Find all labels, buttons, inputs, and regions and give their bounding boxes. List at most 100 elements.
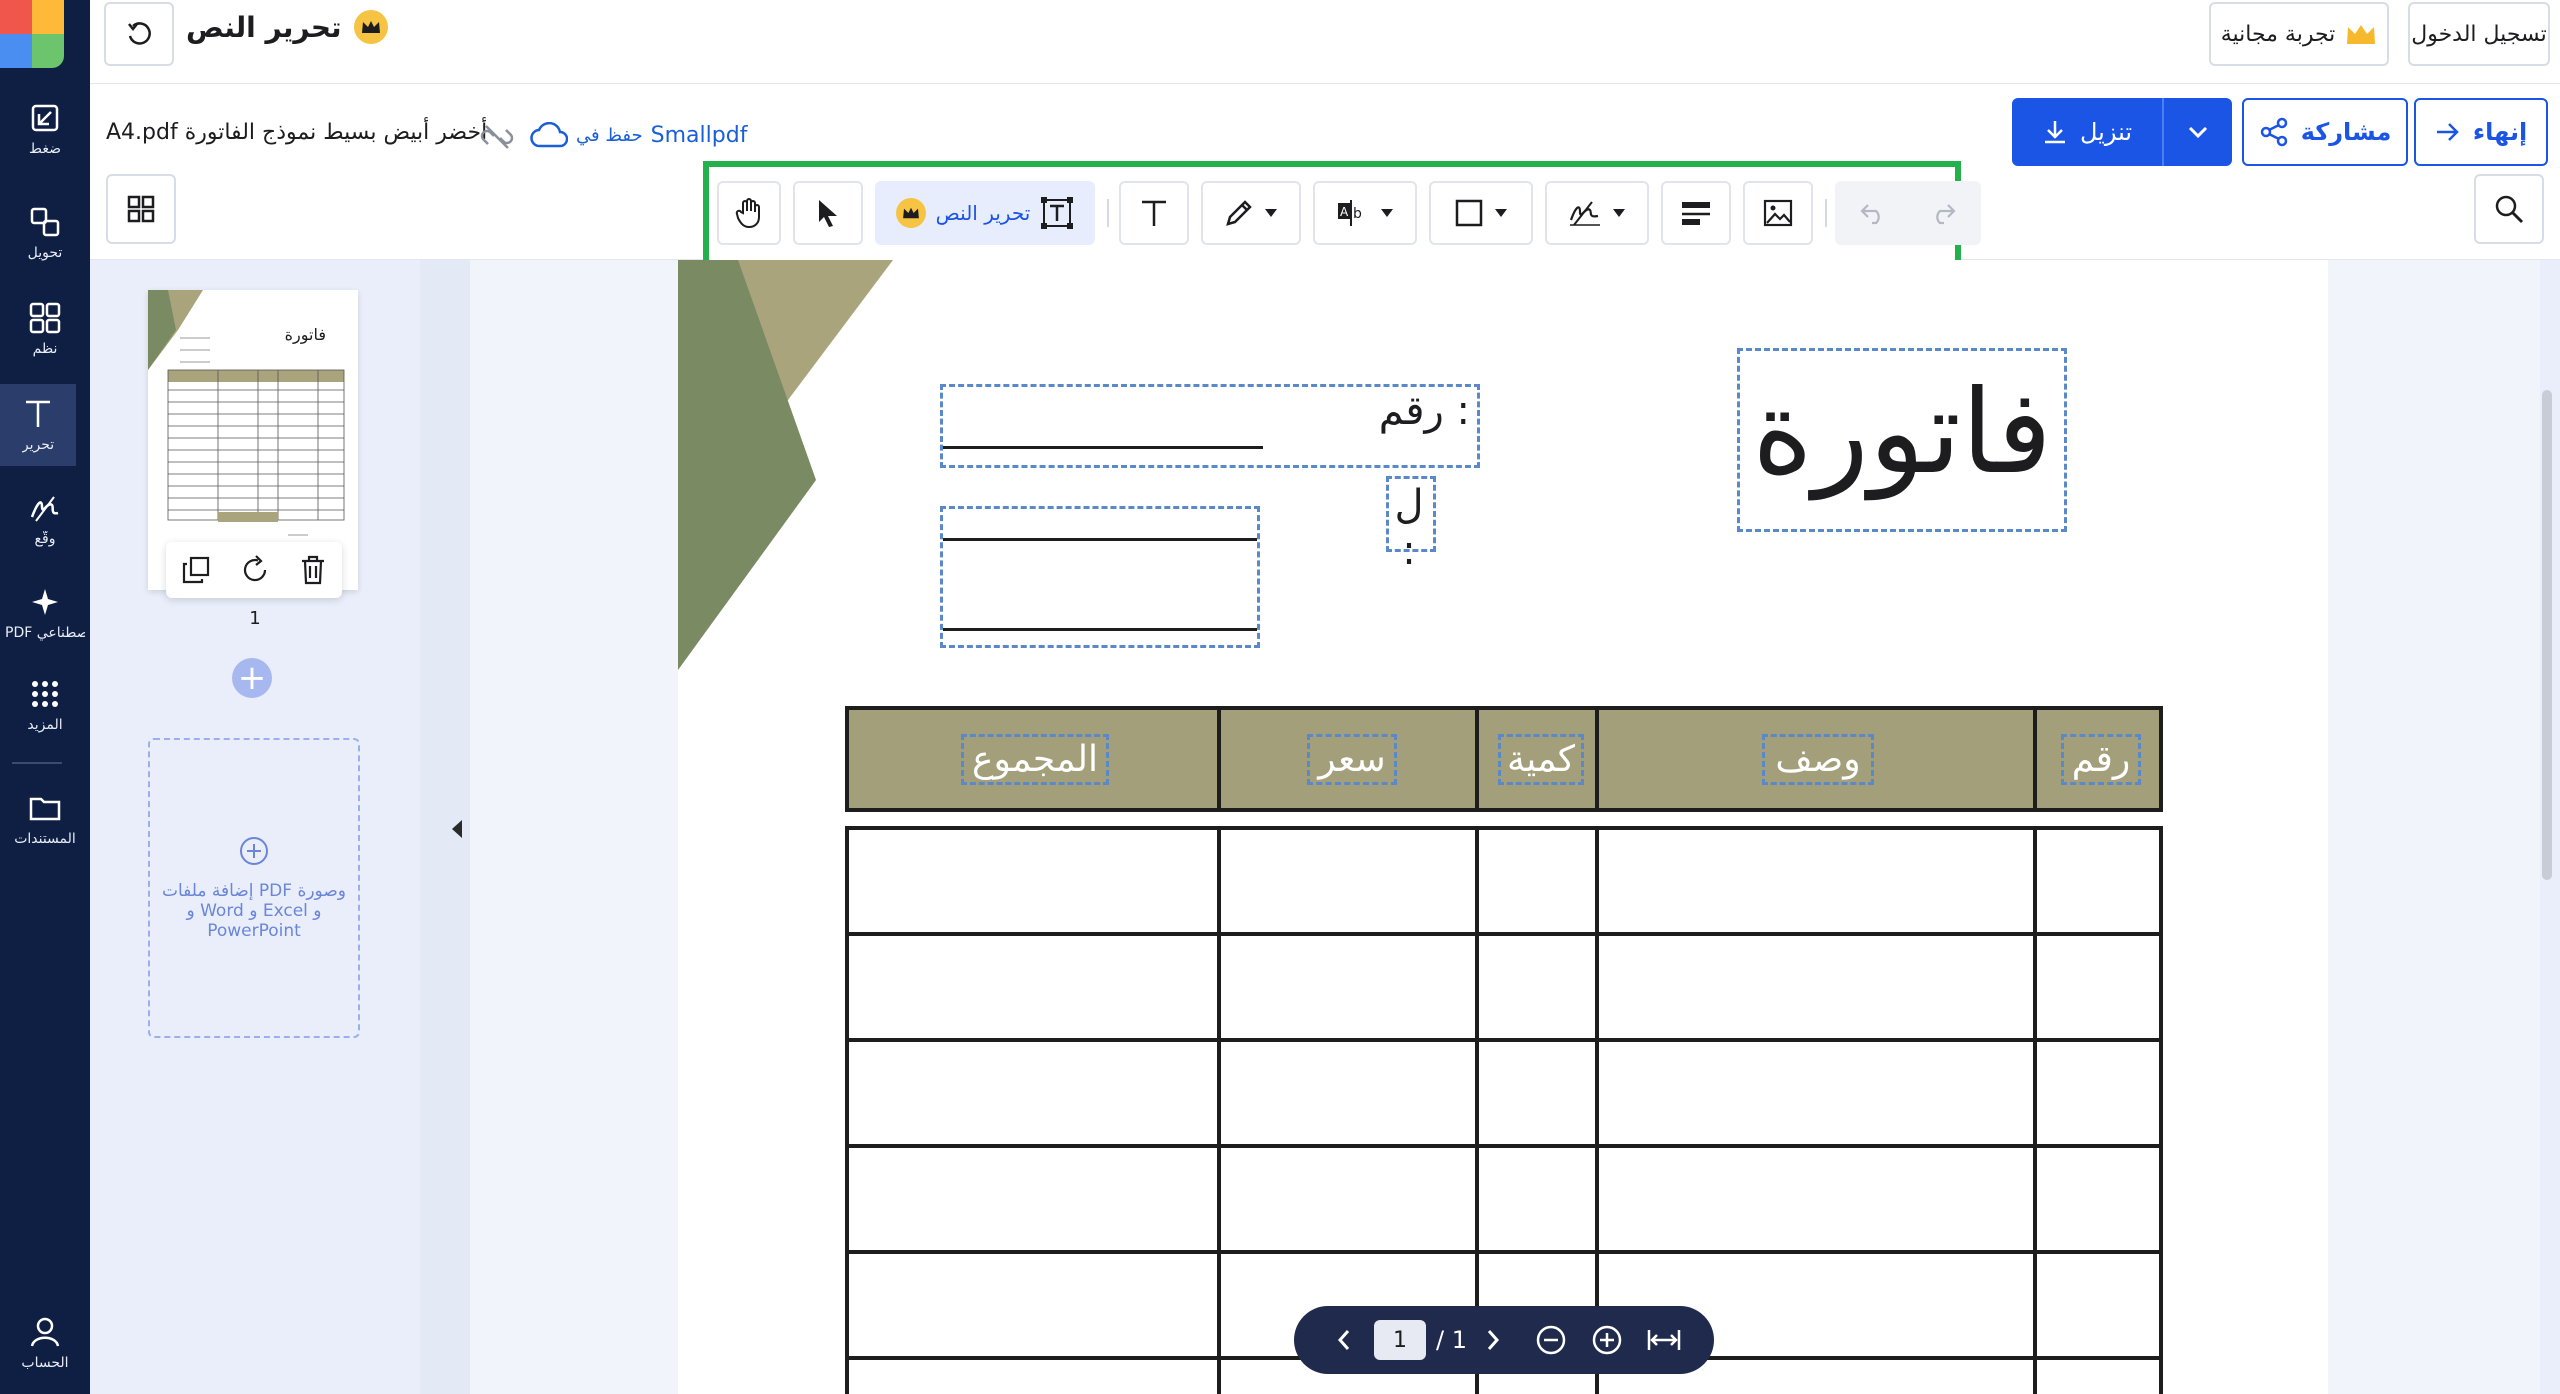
- share-label: مشاركة: [2300, 118, 2392, 146]
- add-page-button[interactable]: +: [232, 658, 272, 698]
- rotate-icon[interactable]: [240, 555, 270, 585]
- header-price[interactable]: سعر: [1225, 710, 1479, 808]
- thumbnails-toggle-button[interactable]: [106, 174, 176, 244]
- caret-down-icon: [1264, 208, 1278, 218]
- add-files-dropzone[interactable]: إضافة ملفات PDF وصورة و Word و Excel و P…: [148, 738, 360, 1038]
- download-button[interactable]: تنزيل: [2012, 98, 2162, 166]
- edit-text-tool-button[interactable]: تحرير النص: [875, 181, 1095, 245]
- collapse-panel-icon[interactable]: [452, 820, 462, 838]
- invoice-title[interactable]: فاتورة: [1738, 358, 2066, 508]
- text-box-icon: [1040, 196, 1074, 230]
- caret-down-icon: [1494, 208, 1508, 218]
- nav-label: المزيد: [27, 717, 63, 733]
- organize-icon: [28, 301, 62, 335]
- download-label: تنزيل: [2079, 118, 2133, 146]
- share-icon: [2259, 117, 2289, 147]
- nav-label: الحساب: [21, 1355, 69, 1371]
- nav-item-ai[interactable]: PDF ذكاء اصطناعي...: [0, 572, 90, 654]
- duplicate-icon[interactable]: [181, 555, 211, 585]
- page-margin-right: [2328, 260, 2540, 1394]
- undo-arrow-icon: [125, 20, 153, 48]
- add-text-button[interactable]: [1119, 181, 1189, 245]
- nav-item-account[interactable]: الحساب: [0, 1302, 90, 1384]
- folder-icon: [28, 791, 62, 825]
- app-logo[interactable]: [0, 0, 64, 68]
- edit-toolbar: تحرير النص Ab: [703, 161, 1981, 266]
- edit-text-label: تحرير النص: [935, 201, 1031, 225]
- login-label: تسجيل الدخول: [2411, 21, 2547, 47]
- decorative-shape: [678, 260, 893, 670]
- zoom-out-icon[interactable]: [1535, 1324, 1567, 1356]
- image-icon: [1763, 199, 1793, 227]
- caret-down-icon: [1380, 208, 1394, 218]
- vertical-scrollbar[interactable]: [2542, 390, 2552, 880]
- ai-sparkle-icon: [28, 585, 62, 619]
- header-quantity[interactable]: كمية: [1483, 710, 1599, 808]
- pencil-icon: [1224, 198, 1254, 228]
- crown-icon: [2345, 22, 2377, 46]
- header-description[interactable]: وصف: [1601, 710, 2035, 808]
- nav-item-convert[interactable]: تحويل: [0, 192, 90, 274]
- header-number[interactable]: رقم: [2039, 710, 2163, 808]
- to-label[interactable]: ل :: [1386, 482, 1432, 574]
- signature-tool-button[interactable]: [1545, 181, 1649, 245]
- zoom-in-icon[interactable]: [1591, 1324, 1623, 1356]
- trash-icon[interactable]: [299, 555, 327, 585]
- search-icon: [2493, 193, 2525, 225]
- add-image-button[interactable]: [1743, 181, 1813, 245]
- finish-button[interactable]: إنهاء: [2414, 98, 2548, 166]
- recipient-textbox[interactable]: [940, 506, 1260, 648]
- edit-text-icon: [21, 397, 55, 431]
- nav-item-organize[interactable]: نظم: [0, 288, 90, 370]
- current-page-input[interactable]: 1: [1374, 1320, 1426, 1360]
- nav-label: المستندات: [14, 831, 76, 847]
- crown-icon: [353, 10, 388, 44]
- header-total[interactable]: المجموع: [849, 710, 1221, 808]
- number-label[interactable]: رقم :: [940, 388, 1470, 434]
- header-description-text: وصف: [1762, 733, 1874, 785]
- nav-item-compress[interactable]: ضغط: [0, 88, 90, 170]
- redo-icon[interactable]: [1928, 201, 1958, 225]
- fit-width-icon[interactable]: [1647, 1327, 1681, 1353]
- account-icon: [28, 1315, 62, 1349]
- cursor-arrow-icon: [815, 198, 841, 228]
- nav-item-sign[interactable]: وقّع: [0, 478, 90, 560]
- free-trial-button[interactable]: تجربة مجانية: [2209, 2, 2389, 66]
- items-table-header: رقم وصف كمية سعر المجموع: [845, 706, 2163, 812]
- draw-tool-button[interactable]: [1201, 181, 1301, 245]
- previous-page-icon[interactable]: [1336, 1328, 1352, 1352]
- svg-text:b: b: [1353, 206, 1362, 222]
- nav-label: تحويل: [27, 245, 63, 261]
- saved-status[interactable]: حفظ في Smallpdf: [530, 122, 747, 148]
- select-tool-button[interactable]: [793, 181, 863, 245]
- nav-item-edit[interactable]: تحرير: [0, 384, 76, 466]
- page-title: تحرير النص: [186, 10, 342, 44]
- thumbnail-title: فاتورة: [285, 325, 326, 345]
- finish-label: إنهاء: [2472, 118, 2528, 146]
- nav-item-documents[interactable]: المستندات: [0, 778, 90, 860]
- shape-tool-button[interactable]: [1429, 181, 1533, 245]
- redact-lines-icon: [1680, 199, 1712, 227]
- form-field-button[interactable]: Ab: [1313, 181, 1417, 245]
- undo-icon[interactable]: [1858, 201, 1888, 225]
- caret-down-icon: [1612, 208, 1626, 218]
- free-trial-label: تجربة مجانية: [2220, 21, 2336, 47]
- file-name[interactable]: A4.pdf أخضر أبيض بسيط نموذج الفاتورة: [106, 120, 487, 145]
- search-button[interactable]: [2474, 174, 2544, 244]
- nav-label: نظم: [32, 341, 58, 357]
- nav-item-more[interactable]: المزيد: [0, 664, 90, 746]
- download-options-button[interactable]: [2162, 98, 2232, 166]
- page-navigation: 1 / 1: [1294, 1306, 1714, 1374]
- share-button[interactable]: مشاركة: [2242, 98, 2408, 166]
- next-page-icon[interactable]: [1485, 1328, 1501, 1352]
- unlink-icon[interactable]: [480, 122, 514, 152]
- toolbar-divider: [1825, 199, 1827, 227]
- login-button[interactable]: تسجيل الدخول: [2408, 2, 2550, 66]
- left-navigation: ضغط تحويل نظم تحرير وقّع PDF ذكاء اصطناع…: [0, 0, 90, 1394]
- plus-circle-icon: [238, 835, 270, 867]
- back-button[interactable]: [104, 2, 174, 66]
- grid-icon: [126, 194, 156, 224]
- hand-tool-button[interactable]: [717, 181, 781, 245]
- chevron-down-icon: [2187, 125, 2209, 139]
- redact-tool-button[interactable]: [1661, 181, 1731, 245]
